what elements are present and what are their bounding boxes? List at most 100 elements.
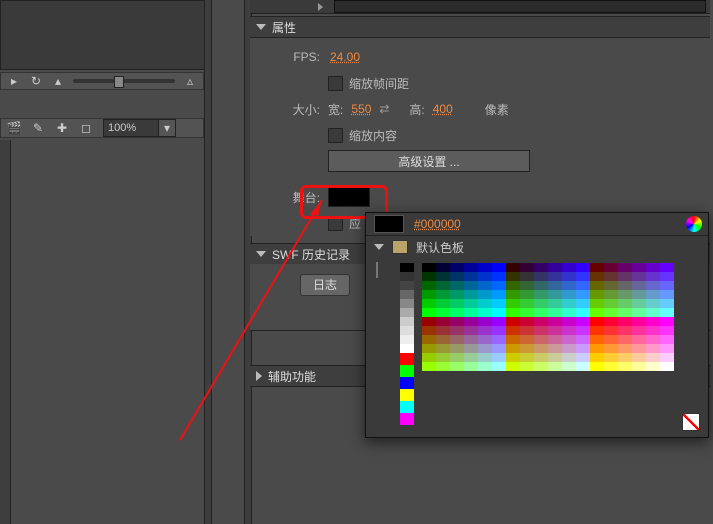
swatch[interactable] xyxy=(590,308,604,317)
swatch[interactable] xyxy=(450,326,464,335)
swatch[interactable] xyxy=(618,299,632,308)
swatch[interactable] xyxy=(562,290,576,299)
zoom-dropdown-arrow[interactable]: ▾ xyxy=(158,120,175,136)
swatch[interactable] xyxy=(590,344,604,353)
swatch[interactable] xyxy=(492,335,506,344)
swatch[interactable] xyxy=(422,281,436,290)
properties-header[interactable]: 属性 xyxy=(250,16,710,38)
swatch[interactable] xyxy=(562,326,576,335)
swatch[interactable] xyxy=(576,272,590,281)
swatch[interactable] xyxy=(576,353,590,362)
swatch[interactable] xyxy=(660,335,674,344)
swatch[interactable] xyxy=(400,335,414,344)
expand-icon[interactable] xyxy=(318,3,323,11)
swatch[interactable] xyxy=(422,344,436,353)
crop-icon[interactable]: ◻ xyxy=(79,121,93,135)
swatch[interactable] xyxy=(618,308,632,317)
swatch[interactable] xyxy=(618,263,632,272)
swatch[interactable] xyxy=(478,308,492,317)
swatch[interactable] xyxy=(436,308,450,317)
swatch[interactable] xyxy=(492,326,506,335)
swatch[interactable] xyxy=(492,281,506,290)
swatch[interactable] xyxy=(590,362,604,371)
swatch[interactable] xyxy=(646,326,660,335)
swatch[interactable] xyxy=(436,299,450,308)
swatch[interactable] xyxy=(548,263,562,272)
swatch[interactable] xyxy=(436,263,450,272)
swatch[interactable] xyxy=(590,317,604,326)
swatch[interactable] xyxy=(464,335,478,344)
swatch[interactable] xyxy=(478,272,492,281)
align-icon[interactable]: ✚ xyxy=(55,121,69,135)
swatch[interactable] xyxy=(506,281,520,290)
swatch[interactable] xyxy=(618,344,632,353)
swatch[interactable] xyxy=(464,353,478,362)
apply-checkbox[interactable] xyxy=(328,216,343,231)
swatch[interactable] xyxy=(576,308,590,317)
swatch[interactable] xyxy=(450,317,464,326)
swatch[interactable] xyxy=(548,299,562,308)
swatch[interactable] xyxy=(632,353,646,362)
swatch[interactable] xyxy=(464,317,478,326)
swatch[interactable] xyxy=(562,263,576,272)
swatch[interactable] xyxy=(520,263,534,272)
link-icon[interactable]: ⇄ xyxy=(379,102,395,116)
swatch[interactable] xyxy=(450,299,464,308)
zoom-combo[interactable]: 100% ▾ xyxy=(103,119,176,137)
swatch[interactable] xyxy=(534,353,548,362)
swatch[interactable] xyxy=(464,362,478,371)
color-wheel-icon[interactable] xyxy=(686,216,702,232)
log-tab[interactable]: 日志 xyxy=(300,274,350,296)
swatch[interactable] xyxy=(604,281,618,290)
swatch[interactable] xyxy=(534,308,548,317)
swatch[interactable] xyxy=(506,263,520,272)
swatch[interactable] xyxy=(646,281,660,290)
swatch[interactable] xyxy=(436,290,450,299)
swatch[interactable] xyxy=(450,353,464,362)
swatch[interactable] xyxy=(576,317,590,326)
swatch[interactable] xyxy=(400,365,414,377)
swatch[interactable] xyxy=(632,263,646,272)
swatch[interactable] xyxy=(632,362,646,371)
swatch[interactable] xyxy=(576,281,590,290)
swatch[interactable] xyxy=(534,335,548,344)
swatch[interactable] xyxy=(590,263,604,272)
swatch[interactable] xyxy=(660,272,674,281)
swatch[interactable] xyxy=(562,362,576,371)
swatch[interactable] xyxy=(646,344,660,353)
swatch[interactable] xyxy=(604,272,618,281)
swatch[interactable] xyxy=(590,281,604,290)
swatch[interactable] xyxy=(464,290,478,299)
swatch[interactable] xyxy=(520,353,534,362)
top-text-field[interactable] xyxy=(334,0,706,13)
folder-icon[interactable] xyxy=(392,240,408,254)
swatch[interactable] xyxy=(562,272,576,281)
swatch[interactable] xyxy=(400,344,414,353)
swatch[interactable] xyxy=(422,290,436,299)
zoom-value[interactable]: 100% xyxy=(104,120,158,136)
swatch[interactable] xyxy=(520,299,534,308)
scale-frame-checkbox[interactable] xyxy=(328,76,343,91)
brush-icon[interactable]: ✎ xyxy=(31,121,45,135)
main-color-grid[interactable] xyxy=(422,263,674,371)
swatch[interactable] xyxy=(604,299,618,308)
swatch[interactable] xyxy=(576,335,590,344)
swatch[interactable] xyxy=(562,299,576,308)
width-value[interactable]: 550 xyxy=(349,102,373,116)
swatch[interactable] xyxy=(422,272,436,281)
swatch[interactable] xyxy=(660,317,674,326)
swatch[interactable] xyxy=(548,362,562,371)
swatch[interactable] xyxy=(436,353,450,362)
swatch[interactable] xyxy=(660,290,674,299)
swatch[interactable] xyxy=(506,272,520,281)
swatch[interactable] xyxy=(506,344,520,353)
swatch[interactable] xyxy=(422,353,436,362)
swatch[interactable] xyxy=(492,362,506,371)
no-color-swatch[interactable] xyxy=(682,413,700,431)
swatch[interactable] xyxy=(464,281,478,290)
swatch[interactable] xyxy=(604,353,618,362)
swatch[interactable] xyxy=(590,290,604,299)
swatch[interactable] xyxy=(576,326,590,335)
swatch[interactable] xyxy=(660,353,674,362)
swatch[interactable] xyxy=(576,344,590,353)
